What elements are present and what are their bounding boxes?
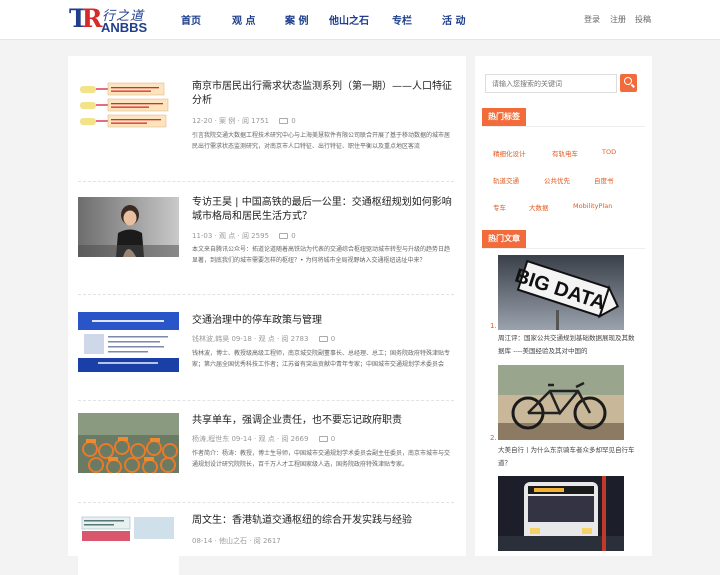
divider [482,248,645,249]
site-logo[interactable]: TR 行之道 ANBBS [69,4,157,36]
article-views: 阅 1751 [241,117,269,125]
tag-link[interactable]: MobilityPlan [573,202,612,210]
article-item: 交通治理中的停车政策与管理 钱林波,韩昊 09-18 · 观 点 · 阅 278… [78,310,454,390]
article-category[interactable]: · 案 例 · [215,117,240,125]
article-category[interactable]: · 观 点 · [254,335,279,343]
tag-link[interactable]: 轨道交通 [493,175,519,185]
article-meta: 钱林波,韩昊 09-18 · 观 点 · 阅 2783 0 [192,334,335,344]
tag-link[interactable]: 有轨电车 [552,148,578,158]
article-category[interactable]: · 观 点 · [254,435,279,443]
article-date: 12-20 [192,117,213,125]
article-title[interactable]: 共享单车，强调企业责任，也不要忘记政府职责 [192,414,454,428]
logo-english: ANBBS [101,20,148,35]
article-author: 杨涛,程世东 [192,435,230,443]
article-date: 09-18 [231,335,252,343]
article-views: 阅 2595 [241,232,269,240]
article-title[interactable]: 交通治理中的停车政策与管理 [192,314,454,328]
divider [482,126,645,127]
article-comments[interactable]: 0 [318,435,335,443]
comment-icon [279,118,289,124]
tag-link[interactable]: TOD [602,148,616,156]
article-meta: 12-20 · 案 例 · 阅 1751 0 [192,116,296,126]
article-meta: 08-14 · 他山之石 · 阅 2617 [192,536,281,546]
nav-cases[interactable]: 案 例 [285,12,308,27]
article-thumbnail[interactable] [78,197,179,257]
tag-link[interactable]: 公共优先 [544,175,570,185]
article-comments[interactable]: 0 [279,232,296,240]
hot-article-image[interactable]: BIG DATA [498,255,624,330]
article-views: 阅 2617 [253,537,281,545]
article-author: 钱林波,韩昊 [192,335,230,343]
divider [78,294,454,295]
hot-articles-heading: 热门文章 [482,230,526,248]
nav-home[interactable]: 首页 [181,12,201,27]
divider [78,502,454,503]
article-comments[interactable]: 0 [318,335,335,343]
nav-column[interactable]: 专栏 [392,12,412,27]
article-views: 阅 2783 [281,335,309,343]
comment-icon [318,336,328,342]
login-link[interactable]: 登录 [584,14,600,25]
article-comments[interactable]: 0 [279,117,296,125]
nav-events[interactable]: 活 动 [442,12,465,27]
article-thumbnail[interactable] [78,78,179,138]
article-meta: 杨涛,程世东 09-14 · 观 点 · 阅 2669 0 [192,434,335,444]
article-title[interactable]: 专访王昊 | 中国高铁的最后一公里：交通枢纽规划如何影响城市格局和居民生活方式？ [192,196,454,224]
article-excerpt: 本文来自腾讯公众号：拓道论道随着高铁站为代表的交通综合枢纽驱动城市转型与升级的趋… [192,246,451,264]
article-title[interactable]: 南京市居民出行需求状态监测系列（第一期）——人口特征分析 [192,80,454,108]
top-bar: TR 行之道 ANBBS 首页 观 点 案 例 他山之石 专栏 活 动 登录 注… [0,0,720,40]
hot-article-title[interactable]: 周江评：国家公共交通规划基础数据展现及其数据库 ----美国经验及其对中国的 [498,332,640,358]
article-item: 专访王昊 | 中国高铁的最后一公里：交通枢纽规划如何影响城市格局和居民生活方式？… [78,194,454,294]
divider [78,400,454,401]
sidebar: 热门标签 精细化设计 有轨电车 TOD 轨道交通 公共优先 自度书 专车 大数据… [475,56,652,556]
tag-link[interactable]: 精细化设计 [493,148,526,158]
article-list: 南京市居民出行需求状态监测系列（第一期）——人口特征分析 12-20 · 案 例… [68,56,466,575]
article-meta: 11-03 · 观 点 · 阅 2595 0 [192,231,296,241]
article-category[interactable]: · 观 点 · [215,232,240,240]
tag-link[interactable]: 自度书 [594,175,614,185]
article-date: 11-03 [192,232,213,240]
article-date: 08-14 [192,537,213,545]
hot-article-title[interactable]: 大美自行丨为什么东京骑车者众多却罕见自行车道？ [498,444,640,470]
hot-article-number: 2. [490,434,497,442]
nav-others[interactable]: 他山之石 [329,12,369,27]
nav-opinion[interactable]: 观 点 [232,12,255,27]
article-thumbnail[interactable] [78,312,179,372]
article-item: 周文生：香港轨道交通枢纽的综合开发实践与经验 08-14 · 他山之石 · 阅 … [78,514,454,575]
article-item: 共享单车，强调企业责任，也不要忘记政府职责 杨涛,程世东 09-14 · 观 点… [78,412,454,492]
tag-link[interactable]: 大数据 [529,202,549,212]
article-excerpt: 作者简介：杨涛：教授，博士生导师，中国城市交通规划学术委员会副主任委员，南京市城… [192,450,451,468]
hot-article-image[interactable] [498,365,624,440]
article-excerpt: 钱林波，博士、教授级高级工程师，南京城交院副董事长、总经理、总工；国务院政府特殊… [192,350,451,368]
article-date: 09-14 [231,435,252,443]
article-title[interactable]: 周文生：香港轨道交通枢纽的综合开发实践与经验 [192,514,454,528]
logo-mark: TR [69,4,103,33]
article-thumbnail[interactable] [78,413,179,473]
comment-icon [279,233,289,239]
hot-tags-heading: 热门标签 [482,108,526,126]
article-category[interactable]: · 他山之石 · [215,537,252,545]
search-input[interactable] [485,74,617,93]
comment-icon [318,436,328,442]
article-views: 阅 2669 [281,435,309,443]
register-link[interactable]: 注册 [610,14,626,25]
article-thumbnail[interactable] [78,515,179,575]
submit-link[interactable]: 投稿 [635,14,651,25]
tag-link[interactable]: 专车 [493,202,506,212]
hot-article-number: 1. [490,322,497,330]
divider [78,181,454,182]
article-item: 南京市居民出行需求状态监测系列（第一期）——人口特征分析 12-20 · 案 例… [78,78,454,198]
search-button[interactable] [620,74,637,92]
article-excerpt: 引言我院交通大数据工程技术研究中心与上海美慧软件有限公司联合开展了基于移动数据的… [192,132,451,150]
